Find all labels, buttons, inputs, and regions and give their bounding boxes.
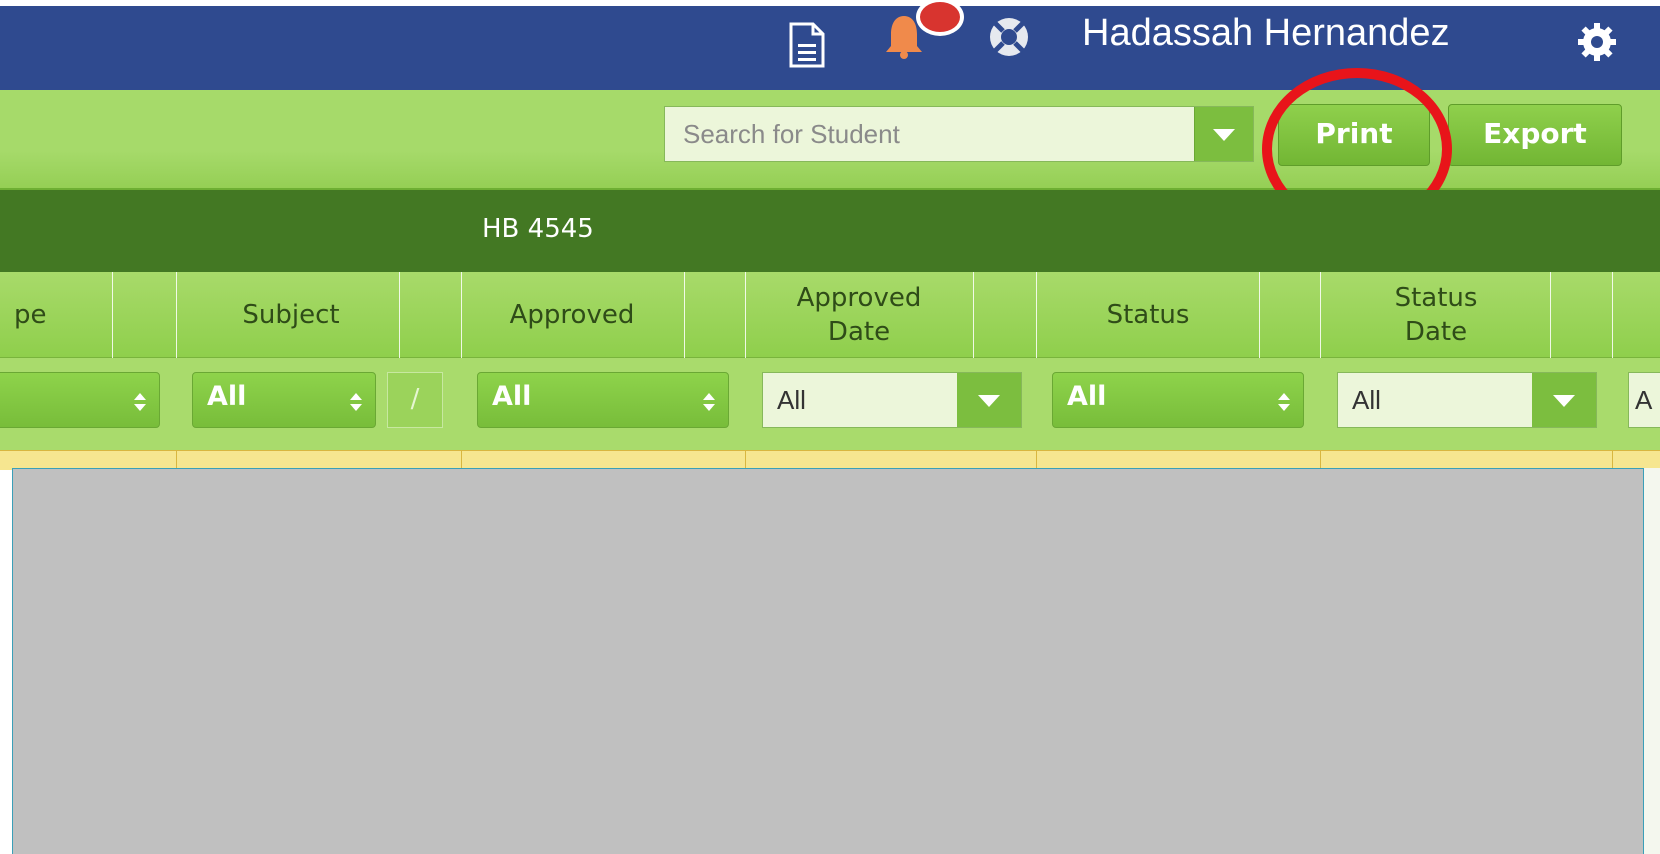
status-date-filter[interactable]: All [1337,372,1597,428]
column-divider [1320,450,1321,470]
column-divider [112,272,113,358]
section-title: HB 4545 [482,214,594,244]
column-header-approved[interactable]: Approved [461,272,683,358]
dropdown-value: All [1352,385,1381,415]
column-divider [1550,272,1551,358]
table-header-row: pe Subject Approved Approved Date Status… [0,272,1660,358]
print-button[interactable]: Print [1278,104,1430,166]
select-value: All [207,381,247,412]
column-divider [461,272,462,358]
dropdown-value: All [777,385,806,415]
column-header-label: Status [1394,283,1478,313]
column-header-status-date[interactable]: Status Date [1320,272,1552,358]
column-divider [399,272,400,358]
approved-date-dropdown-button[interactable] [957,373,1021,427]
select-value: All [492,381,532,412]
chevron-down-icon [978,395,1000,407]
column-divider [1320,272,1321,358]
column-divider [745,272,746,358]
type-filter-select[interactable] [0,372,160,428]
column-header-label: Status [1106,300,1190,330]
approved-filter-select[interactable]: All [477,372,729,428]
search-dropdown-button[interactable] [1194,107,1253,161]
column-header-label: Date [1404,317,1468,347]
column-divider [1259,272,1260,358]
student-search[interactable] [664,106,1254,162]
column-header-label: Approved [796,283,922,313]
subject-slash-toggle[interactable]: / [387,372,443,428]
column-header-subject[interactable]: Subject [176,272,406,358]
column-divider [1612,272,1613,358]
user-name[interactable]: Hadassah Hernandez [1082,12,1450,55]
column-header-status[interactable]: Status [1036,272,1260,358]
gear-icon[interactable] [1577,22,1617,62]
column-divider [1036,450,1037,470]
column-divider [684,272,685,358]
table-row-strip [0,450,1660,470]
search-input[interactable] [665,107,1205,161]
column-divider [1036,272,1037,358]
column-divider [176,272,177,358]
column-divider [461,450,462,470]
export-button[interactable]: Export [1448,104,1622,166]
column-header-type[interactable]: pe [0,272,126,358]
next-column-filter[interactable]: A [1628,372,1660,428]
column-header-label: Subject [242,300,340,330]
column-header-label: pe [14,300,47,330]
help-icon[interactable] [986,14,1032,60]
sort-arrows-icon [350,393,362,411]
approved-date-filter[interactable]: All [762,372,1022,428]
select-value: All [1067,381,1107,412]
loading-overlay [12,468,1644,854]
toolbar: Print Export [0,90,1660,190]
chevron-down-icon [1553,395,1575,407]
column-header-approved-date[interactable]: Approved Date [745,272,973,358]
notification-badge[interactable] [916,0,964,36]
section-banner: HB 4545 [0,190,1660,272]
dropdown-value: A [1635,385,1653,415]
document-icon[interactable] [788,22,826,68]
status-filter-select[interactable]: All [1052,372,1304,428]
sort-arrows-icon [1278,393,1290,411]
column-header-label: Date [827,317,891,347]
sort-arrows-icon [703,393,715,411]
column-divider [745,450,746,470]
chevron-down-icon [1213,129,1235,141]
table-edge [1644,468,1660,854]
column-divider [1612,450,1613,470]
column-divider [973,272,974,358]
sort-arrows-icon [134,393,146,411]
column-divider [176,450,177,470]
status-date-dropdown-button[interactable] [1532,373,1596,427]
column-header-label: Approved [509,300,635,330]
filter-row: All / All All All All A [0,358,1660,450]
top-navigation-bar: Hadassah Hernandez [0,0,1660,90]
subject-filter-select[interactable]: All [192,372,376,428]
